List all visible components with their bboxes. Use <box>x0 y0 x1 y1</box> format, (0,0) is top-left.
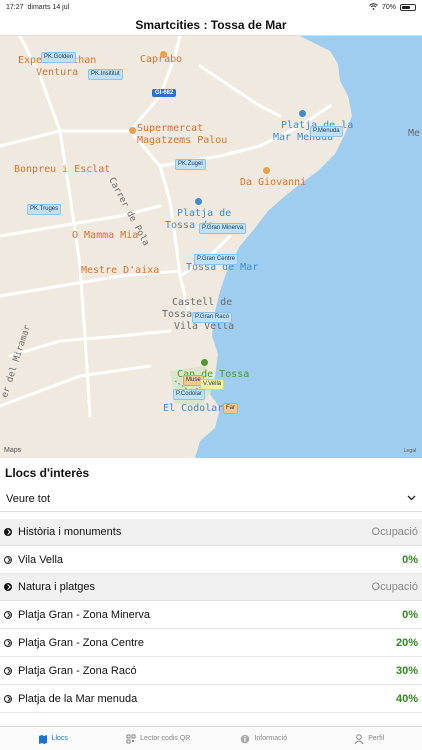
filter-value: Veure tot <box>6 492 51 505</box>
status-date: dimarts 14 jul <box>27 3 70 11</box>
map-label-bonpreu: Bonpreu i Esclat <box>14 164 111 175</box>
tab-llocs[interactable]: Llocs <box>0 727 106 750</box>
map-label-da-giovanni: Da Giovanni <box>240 177 307 188</box>
item-chevron-icon <box>4 694 12 703</box>
item-chevron-icon <box>4 638 12 647</box>
item-occupancy: 20% <box>395 636 418 649</box>
category-header[interactable]: Història i monuments Ocupació <box>0 519 422 546</box>
list-item[interactable]: Platja Gran - Zona Racó 30% <box>0 657 422 685</box>
parking-golden[interactable]: PK.Golden <box>41 52 77 63</box>
parking-menuda[interactable]: P.Menuda <box>310 126 343 137</box>
road-badge: GI-682 <box>152 89 177 97</box>
item-chevron-icon <box>4 610 12 619</box>
sea-area <box>195 36 422 458</box>
item-name: Platja Gran - Zona Minerva <box>18 608 151 621</box>
map-label-castell-1: Castell de <box>172 297 233 308</box>
navigation-bar: Smartcities : Tossa de Mar <box>0 14 422 36</box>
battery-icon <box>400 3 416 11</box>
status-right: 70% <box>369 2 416 12</box>
map-label-ventura: Ventura <box>36 67 79 78</box>
tab-qr[interactable]: Lector codis QR <box>106 727 212 750</box>
map-label-el-codolar: El Codolar <box>163 403 224 414</box>
category-header[interactable]: Natura i platges Ocupació <box>0 574 422 601</box>
map-label-castell-2: Tossa <box>162 309 193 320</box>
parking-zugel[interactable]: PK.Zugel <box>175 159 206 170</box>
occupancy-column-label: Ocupació <box>371 526 418 538</box>
park-pin-icon[interactable] <box>201 359 208 366</box>
item-name: Platja Gran - Zona Centre <box>18 636 144 649</box>
item-name: Vila Vella <box>18 553 64 566</box>
shop-pin-icon[interactable] <box>129 127 136 134</box>
map-label-mamma-mia: O Mamma Mia <box>72 230 139 241</box>
parking-gran-minerva[interactable]: P.Gran Minerva <box>199 223 247 234</box>
info-icon <box>240 733 250 745</box>
map-view[interactable]: Experts Ochan Ventura Caprabo GI-682 Sup… <box>0 36 422 458</box>
item-occupancy: 30% <box>395 664 418 677</box>
list-item[interactable]: Platja Gran - Zona Centre 20% <box>0 629 422 657</box>
tab-label: Lector codis QR <box>140 735 191 742</box>
wifi-icon <box>369 2 378 12</box>
map-label-supermercat: Supermercat <box>137 123 204 134</box>
parking-codolar[interactable]: P.Codolar <box>173 389 205 400</box>
map-label-platja-tossa-1: Platja de <box>177 208 232 219</box>
item-name: Platja de la Mar menuda <box>18 692 138 705</box>
parking-gran-raco[interactable]: P.Gran Racó <box>192 312 232 323</box>
legal-link[interactable]: Legal <box>404 448 416 454</box>
category-title: Història i monuments <box>18 526 122 538</box>
beach-pin-icon[interactable] <box>195 198 202 205</box>
section-title: Llocs d'interès <box>5 466 90 480</box>
chevron-down-icon <box>407 493 416 504</box>
qr-icon <box>126 733 136 745</box>
beach-pin-icon[interactable] <box>299 110 306 117</box>
places-list: Història i monuments Ocupació Vila Vella… <box>0 519 422 713</box>
page-title: Smartcities : Tossa de Mar <box>135 17 287 32</box>
tab-bar: Llocs Lector codis QR Informació Perfil <box>0 726 422 750</box>
parking-gran-centre[interactable]: P.Gran Centre <box>194 254 238 265</box>
status-bar: 17:27 dimarts 14 jul 70% <box>0 0 422 14</box>
parking-truges[interactable]: PK.Truges <box>27 204 62 215</box>
map-label-me: Me <box>408 128 421 139</box>
map-label-mestre-aixa: Mestre D'aixa <box>81 265 160 276</box>
list-item[interactable]: Vila Vella 0% <box>0 546 422 574</box>
filter-select[interactable]: Veure tot <box>0 486 422 512</box>
map-icon <box>38 733 48 745</box>
maps-logo: Maps <box>4 447 22 454</box>
shop-pin-icon[interactable] <box>160 51 167 58</box>
item-chevron-icon <box>4 555 12 564</box>
map-base <box>0 36 422 458</box>
tab-label: Llocs <box>51 735 68 742</box>
list-item[interactable]: Platja Gran - Zona Minerva 0% <box>0 601 422 629</box>
lighthouse-far[interactable]: Far <box>223 403 238 414</box>
battery-fill <box>402 5 411 9</box>
category-bullet-icon <box>4 583 12 591</box>
tab-label: Perfil <box>368 735 385 742</box>
item-chevron-icon <box>4 666 12 675</box>
item-name: Platja Gran - Zona Racó <box>18 664 137 677</box>
item-occupancy: 40% <box>395 692 418 705</box>
category-title: Natura i platges <box>18 581 96 593</box>
person-icon <box>354 733 364 745</box>
occupancy-column-label: Ocupació <box>371 581 418 593</box>
status-time: 17:27 <box>6 3 24 11</box>
battery-percent: 70% <box>381 3 396 11</box>
item-occupancy: 0% <box>402 553 418 566</box>
tab-profile[interactable]: Perfil <box>317 727 422 750</box>
parking-insititut[interactable]: PK.Insititut <box>88 69 123 80</box>
restaurant-pin-icon[interactable] <box>263 167 270 174</box>
list-item[interactable]: Platja de la Mar menuda 40% <box>0 685 422 713</box>
map-label-magatzems: Magatzems Palou <box>137 135 228 146</box>
item-occupancy: 0% <box>402 608 418 621</box>
tab-label: Informació <box>254 735 288 742</box>
tab-info[interactable]: Informació <box>211 727 317 750</box>
category-bullet-icon <box>4 528 12 536</box>
